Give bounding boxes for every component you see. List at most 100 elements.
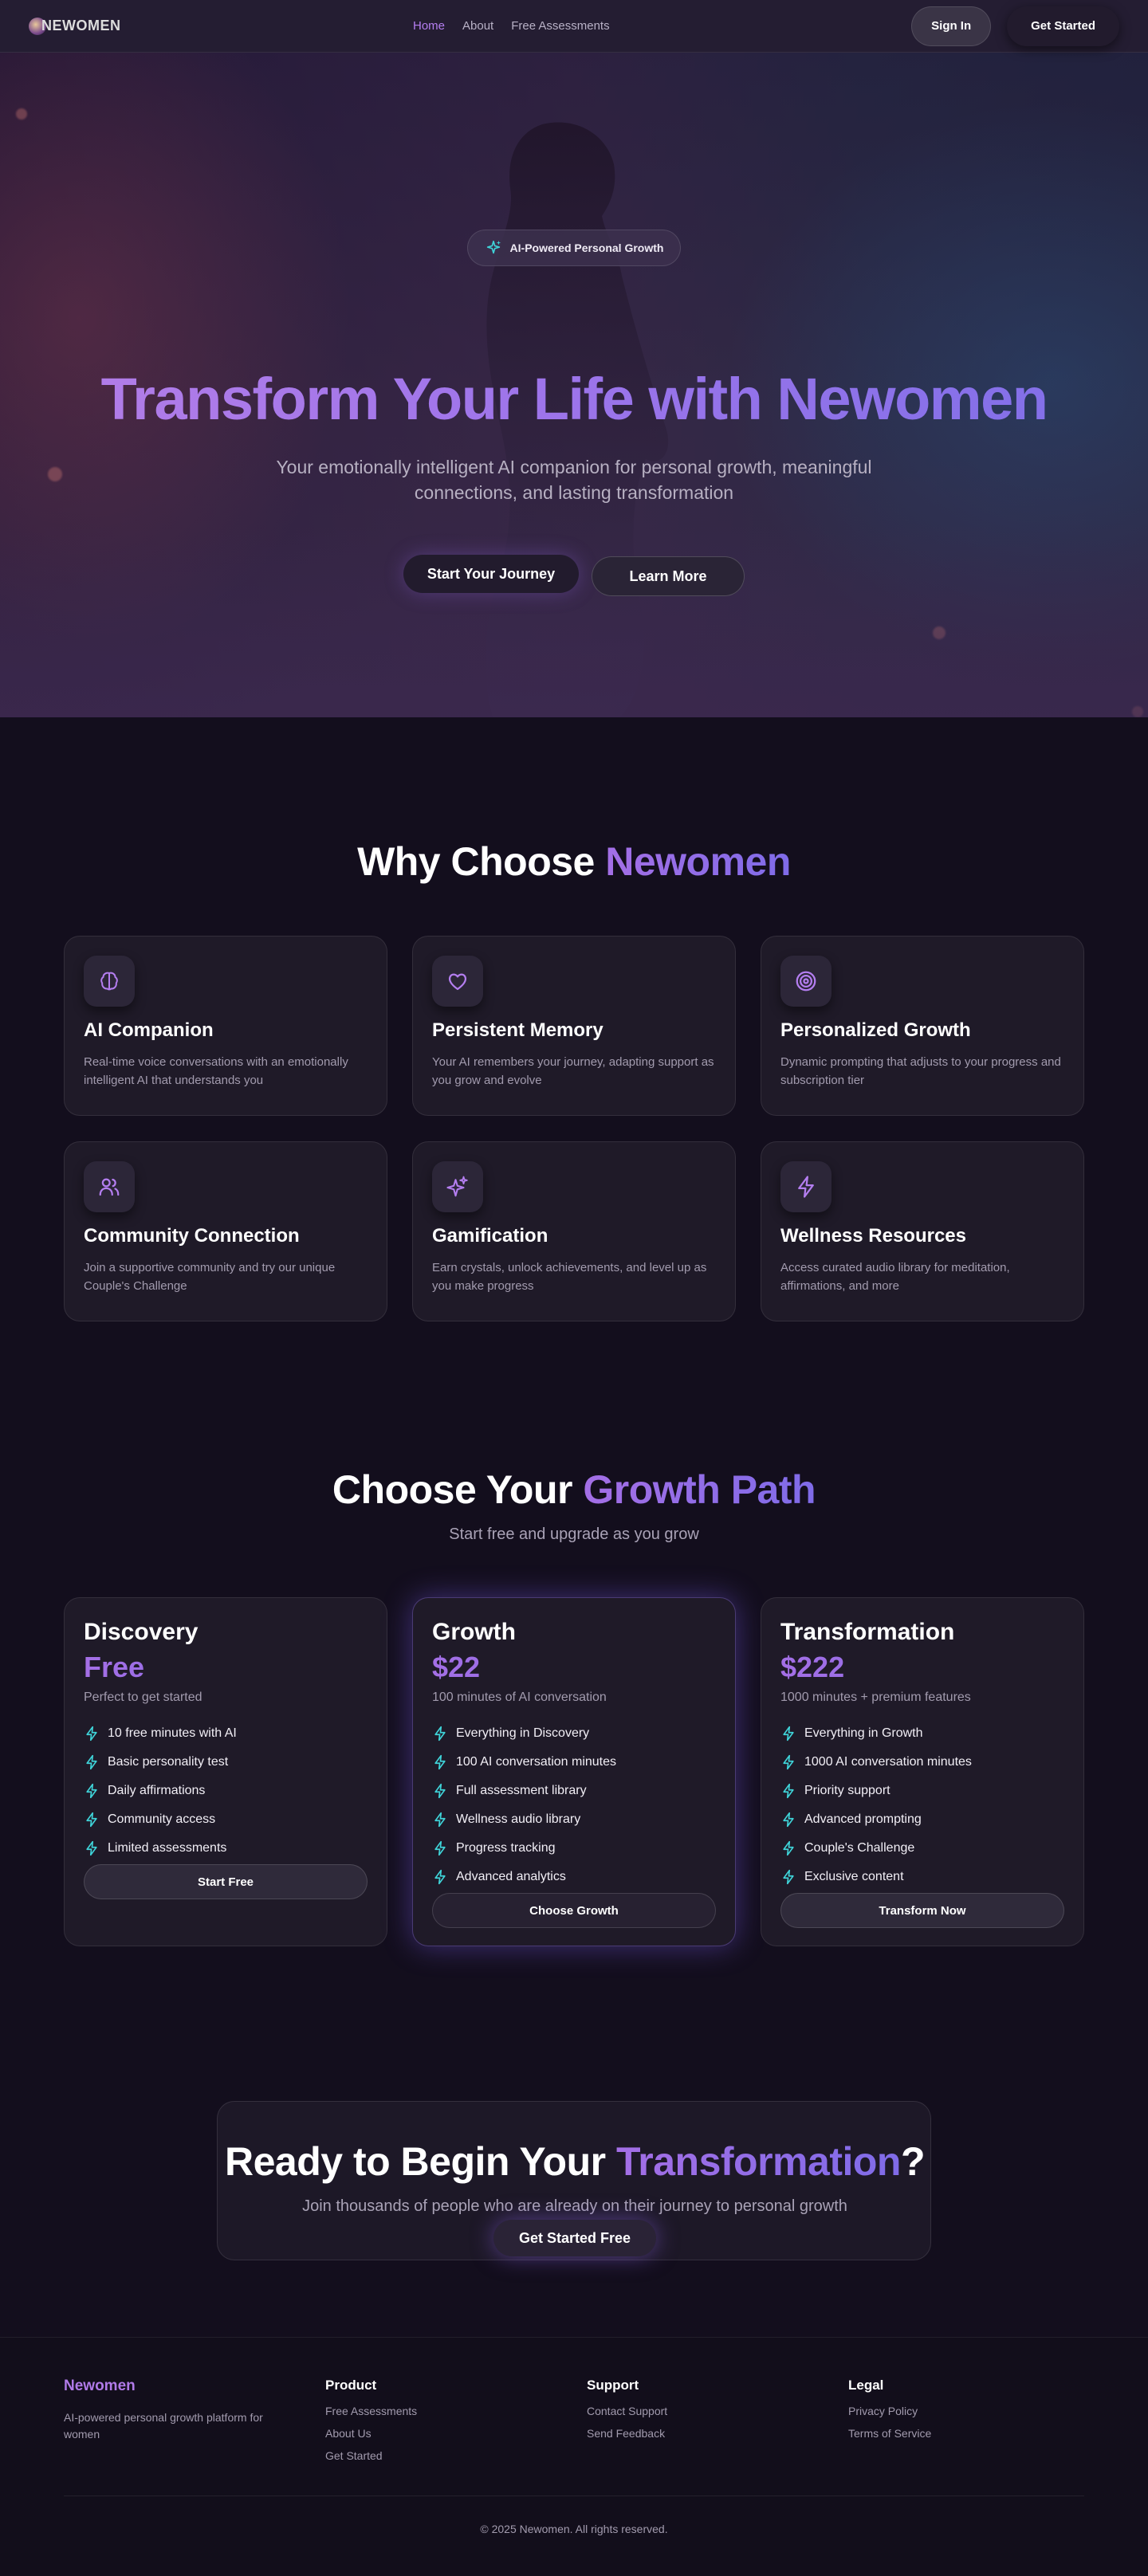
cta-title-end: ? xyxy=(900,2139,926,2184)
lightning-icon xyxy=(434,1869,446,1885)
choose-growth-button[interactable]: Choose Growth xyxy=(432,1893,716,1928)
cta-subtitle: Join thousands of people who are already… xyxy=(302,2197,847,2215)
lightning-icon xyxy=(783,1869,794,1885)
plan-feature: Everything in Discovery xyxy=(432,1719,716,1748)
ai-badge: AI-Powered Personal Growth xyxy=(467,230,681,266)
cta-title-accent: Transformation xyxy=(616,2139,901,2184)
footer-link-privacy-policy[interactable]: Privacy Policy xyxy=(848,2405,1056,2417)
cta-section: Ready to Begin Your Transformation? Join… xyxy=(217,2101,931,2260)
badge-label: AI-Powered Personal Growth xyxy=(509,242,664,254)
footer-link-send-feedback[interactable]: Send Feedback xyxy=(587,2427,794,2440)
plan-feature-label: Full assessment library xyxy=(456,1784,587,1797)
get-started-button[interactable]: Get Started xyxy=(1007,6,1119,46)
hero-floor-shade xyxy=(0,526,1148,717)
pricing-subtitle: Start free and upgrade as you grow xyxy=(449,1526,699,1543)
users-icon xyxy=(99,1178,120,1196)
footer-column-title: Product xyxy=(325,2378,377,2393)
plan-name: Discovery xyxy=(84,1619,199,1645)
nav-link-home[interactable]: Home xyxy=(413,19,445,33)
feature-title: Gamification xyxy=(432,1225,548,1247)
lightning-icon xyxy=(434,1783,446,1799)
footer: Newomen AI-powered personal growth platf… xyxy=(0,2337,1148,2576)
plan-feature-label: 1000 AI conversation minutes xyxy=(804,1755,972,1769)
plan-name: Transformation xyxy=(780,1619,955,1645)
plan-feature-label: Wellness audio library xyxy=(456,1812,581,1826)
lightning-icon xyxy=(798,1176,814,1198)
plan-features: 10 free minutes with AI Basic personalit… xyxy=(84,1719,368,1863)
logo-text: NEWOMEN xyxy=(41,18,121,33)
heart-icon xyxy=(448,973,467,991)
plan-desc: Perfect to get started xyxy=(84,1690,202,1704)
footer-brand[interactable]: Newomen xyxy=(64,2378,271,2395)
feature-card-community: Community Connection Join a supportive c… xyxy=(64,1141,387,1321)
lightning-icon xyxy=(434,1812,446,1828)
plan-feature: Couple's Challenge xyxy=(780,1834,1064,1863)
plan-feature-label: Community access xyxy=(108,1812,216,1826)
target-icon xyxy=(796,971,816,992)
feature-desc: Your AI remembers your journey, adapting… xyxy=(432,1055,714,1087)
plan-feature-label: Couple's Challenge xyxy=(804,1841,915,1855)
get-started-free-button[interactable]: Get Started Free xyxy=(493,2220,656,2256)
brand-logo[interactable]: NEWOMEN xyxy=(29,17,121,35)
plan-features: Everything in Growth 1000 AI conversatio… xyxy=(780,1719,1064,1891)
footer-link-terms-of-service[interactable]: Terms of Service xyxy=(848,2427,1056,2440)
features-title-accent: Newomen xyxy=(605,839,791,884)
lightning-icon xyxy=(434,1726,446,1742)
plan-feature-label: Progress tracking xyxy=(456,1841,556,1855)
features-title-plain: Why Choose xyxy=(357,839,606,884)
brain-icon xyxy=(100,972,118,991)
lightning-icon xyxy=(86,1840,97,1856)
footer-support-column: Support Contact Support Send Feedback xyxy=(587,2378,794,2449)
feature-desc: Earn crystals, unlock achievements, and … xyxy=(432,1261,707,1293)
start-free-button[interactable]: Start Free xyxy=(84,1864,368,1899)
plan-feature-label: Daily affirmations xyxy=(108,1784,206,1797)
plan-feature: Full assessment library xyxy=(432,1777,716,1805)
feature-card-persistent-memory: Persistent Memory Your AI remembers your… xyxy=(412,936,736,1116)
pricing-title-plain: Choose Your xyxy=(332,1467,584,1512)
feature-title: Community Connection xyxy=(84,1225,300,1247)
plan-card-discovery: Discovery Free Perfect to get started 10… xyxy=(64,1597,387,1946)
lightning-icon xyxy=(783,1783,794,1799)
feature-desc: Access curated audio library for meditat… xyxy=(780,1261,1010,1293)
feature-title: Personalized Growth xyxy=(780,1019,971,1041)
footer-link-about-us[interactable]: About Us xyxy=(325,2427,533,2440)
sparkles-icon xyxy=(446,1176,468,1197)
transform-now-button[interactable]: Transform Now xyxy=(780,1893,1064,1928)
sign-in-button[interactable]: Sign In xyxy=(911,6,992,46)
nav-link-free-assessments[interactable]: Free Assessments xyxy=(511,19,609,33)
feature-title: Persistent Memory xyxy=(432,1019,603,1041)
footer-tagline: AI-powered personal growth platform for … xyxy=(64,2411,263,2441)
start-journey-button[interactable]: Start Your Journey xyxy=(403,555,579,593)
lightning-icon xyxy=(783,1840,794,1856)
cta-title: Ready to Begin Your Transformation? xyxy=(218,2138,932,2185)
nav-links: Home About Free Assessments xyxy=(413,19,610,33)
hero-subtitle: Your emotionally intelligent AI companio… xyxy=(276,457,872,503)
plan-feature-label: Everything in Growth xyxy=(804,1726,923,1740)
plan-feature: 100 AI conversation minutes xyxy=(432,1748,716,1777)
feature-title: AI Companion xyxy=(84,1019,214,1041)
footer-link-contact-support[interactable]: Contact Support xyxy=(587,2405,794,2417)
learn-more-button[interactable]: Learn More xyxy=(592,556,745,596)
pricing-title: Choose Your Growth Path xyxy=(0,1467,1148,1513)
plan-feature: Progress tracking xyxy=(432,1834,716,1863)
lightning-icon xyxy=(86,1783,97,1799)
feature-desc: Real-time voice conversations with an em… xyxy=(84,1055,348,1087)
feature-card-wellness: Wellness Resources Access curated audio … xyxy=(761,1141,1084,1321)
footer-link-get-started[interactable]: Get Started xyxy=(325,2449,533,2462)
plan-price: $222 xyxy=(780,1651,1064,1684)
plan-name: Growth xyxy=(432,1619,516,1645)
footer-link-free-assessments[interactable]: Free Assessments xyxy=(325,2405,533,2417)
plan-feature: Daily affirmations xyxy=(84,1777,368,1805)
nav-link-about[interactable]: About xyxy=(462,19,493,33)
plan-feature: Priority support xyxy=(780,1777,1064,1805)
plan-feature: Limited assessments xyxy=(84,1834,368,1863)
plan-feature-label: Exclusive content xyxy=(804,1870,904,1883)
feature-icon-box xyxy=(84,956,135,1007)
feature-icon-box xyxy=(780,956,832,1007)
features-title: Why Choose Newomen xyxy=(0,838,1148,885)
feature-icon-box xyxy=(84,1161,135,1212)
feature-card-gamification: Gamification Earn crystals, unlock achie… xyxy=(412,1141,736,1321)
plan-feature: Community access xyxy=(84,1805,368,1834)
plan-feature-label: Everything in Discovery xyxy=(456,1726,590,1740)
plan-feature-label: 100 AI conversation minutes xyxy=(456,1755,617,1769)
